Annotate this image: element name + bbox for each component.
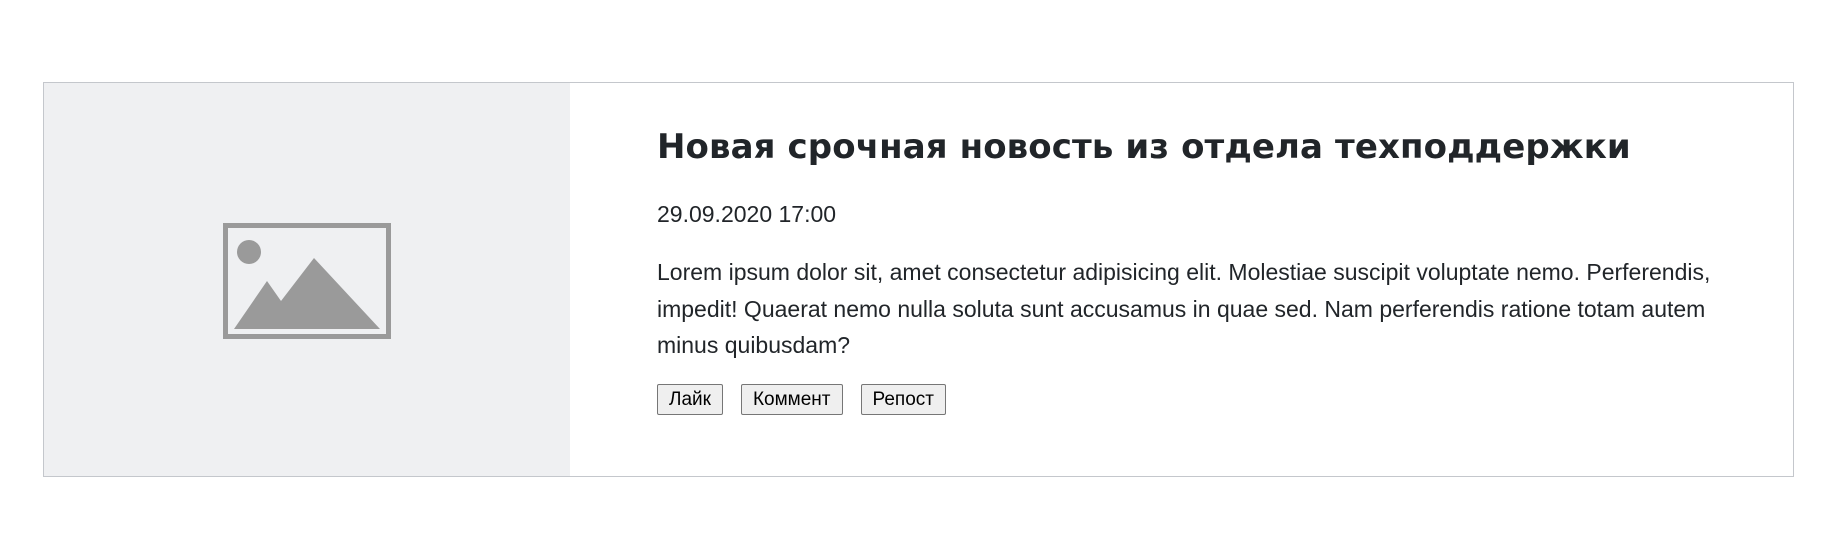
image-placeholder-icon (223, 222, 391, 339)
news-content: Новая срочная новость из отдела техподде… (570, 83, 1793, 476)
news-actions: Лайк Коммент Репост (657, 383, 1769, 415)
news-title: Новая срочная новость из отдела техподде… (657, 127, 1631, 167)
news-text: Lorem ipsum dolor sit, amet consectetur … (657, 259, 1711, 358)
repost-button[interactable]: Репост (860, 383, 946, 415)
news-image (44, 83, 570, 476)
news-card: Новая срочная новость из отдела техподде… (43, 82, 1794, 477)
comment-button[interactable]: Коммент (740, 383, 843, 415)
news-date: 29.09.2020 17:00 (657, 201, 837, 227)
like-button[interactable]: Лайк (657, 383, 723, 415)
